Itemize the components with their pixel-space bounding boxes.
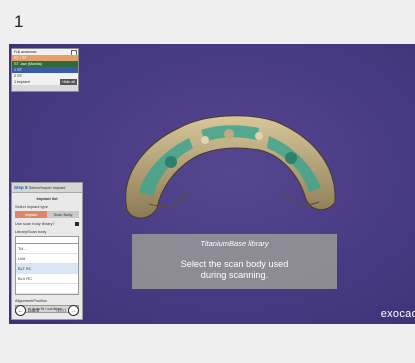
object-list-panel: Full anatomic ST / ST ST Jaw (Maxilla) 1…	[11, 48, 79, 92]
library-select[interactable]	[15, 236, 79, 244]
wizard-title: Implant list	[36, 196, 58, 201]
info-overlay: TitaniumBase library Select the scan bod…	[132, 234, 337, 289]
checkbox-label: Use scan body library?	[15, 221, 55, 226]
list-item[interactable]: Unit	[16, 254, 78, 264]
back-button[interactable]: ← Back	[15, 305, 39, 316]
list-item[interactable]: BLT RC	[16, 264, 78, 274]
scan-body-list: Ti4 ... Unit BLT RC BLX RC	[15, 244, 79, 295]
object-row[interactable]: 1 Implant Hide all	[12, 79, 78, 85]
back-label: Back	[28, 307, 40, 314]
list-item[interactable]: BLX RC	[16, 274, 78, 284]
object-row-label: 2 ST	[14, 74, 23, 78]
implant-type-label: Select implant type	[15, 204, 48, 209]
wizard-header: Step 8 Select/Import Implant	[12, 183, 82, 193]
implant-option[interactable]: Implant	[15, 211, 47, 218]
slider-label: Alignment/Position	[15, 298, 48, 303]
hide-all-button[interactable]: Hide all	[60, 79, 77, 85]
overlay-message: Select the scan body used during scannin…	[180, 259, 289, 280]
brand-logo: exocad	[380, 308, 415, 320]
overlay-title: TitaniumBase library	[200, 239, 269, 248]
scan-body-library-checkbox[interactable]: Use scan body library?	[15, 221, 82, 226]
object-row-label: Full anatomic	[14, 50, 37, 54]
dental-scan-model[interactable]	[109, 92, 349, 242]
implant-type-toggle: Implant Scan Body	[15, 211, 79, 218]
wizard-step: Step 8	[14, 185, 28, 190]
3d-viewport[interactable]: Full anatomic ST / ST ST Jaw (Maxilla) 1…	[9, 44, 415, 324]
next-button[interactable]: Next →	[56, 305, 79, 316]
list-item[interactable]	[16, 284, 78, 294]
object-row-label: ST Jaw (Maxilla)	[14, 62, 42, 66]
wizard-panel: Step 8 Select/Import Implant Implant lis…	[11, 182, 83, 320]
close-icon[interactable]	[71, 50, 77, 55]
scan-body-option[interactable]: Scan Body	[47, 211, 79, 218]
wizard-nav: ← Back Next →	[15, 305, 79, 316]
arrow-right-icon: →	[68, 305, 79, 316]
object-row-label: 1 ST	[14, 68, 23, 72]
object-row-label: ST / ST	[14, 56, 27, 60]
checkbox-icon[interactable]	[75, 221, 79, 226]
step-number: 1	[14, 12, 24, 31]
library-label: Library/Scan body	[15, 229, 47, 234]
object-row-label: 1 Implant	[14, 80, 30, 84]
wizard-header-title: Select/Import Implant	[28, 185, 66, 190]
list-item[interactable]: Ti4 ...	[16, 244, 78, 254]
next-label: Next	[55, 307, 66, 314]
arrow-left-icon: ←	[15, 305, 26, 316]
